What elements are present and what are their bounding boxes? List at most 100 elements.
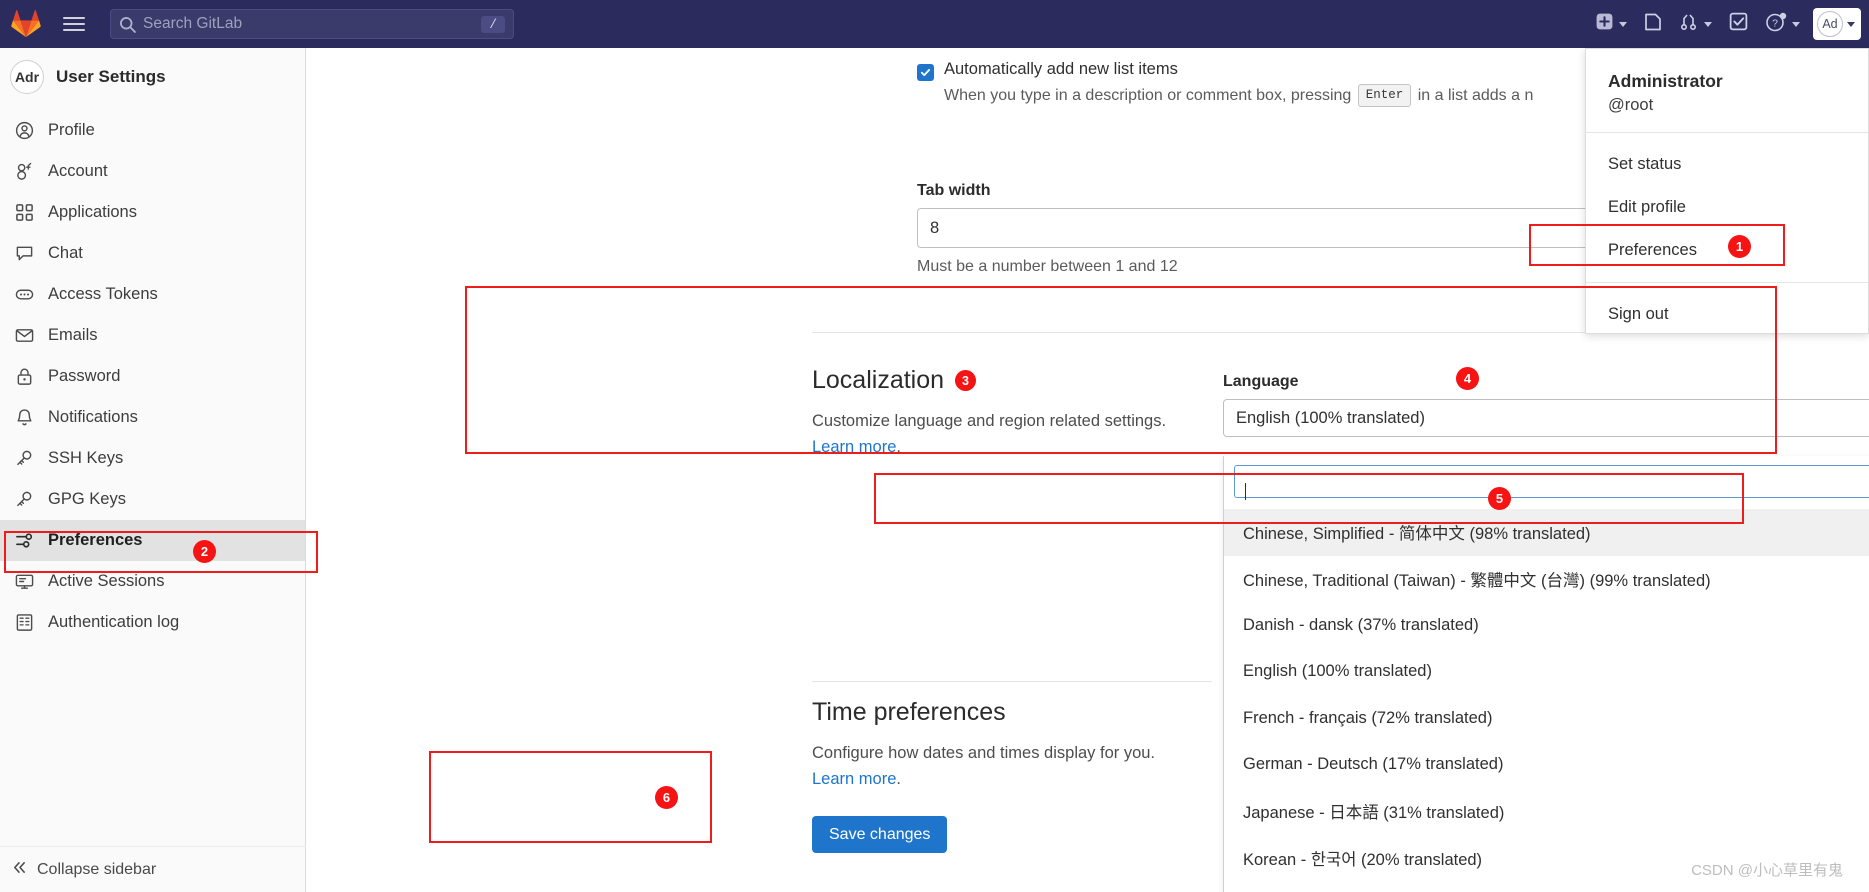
language-option-label: Korean - 한국어 (20% translated) xyxy=(1243,850,1483,869)
language-selected-value: English (100% translated) xyxy=(1236,408,1425,427)
user-menu-handle: @root xyxy=(1608,96,1654,114)
sidebar-item-label: Applications xyxy=(48,203,137,221)
sidebar-item-label: Access Tokens xyxy=(48,285,158,303)
sidebar-item-applications[interactable]: Applications xyxy=(0,192,305,233)
chevron-down-icon xyxy=(1847,21,1855,27)
search-shortcut-badge: / xyxy=(481,15,505,33)
sidebar-item-label: Chat xyxy=(48,244,83,262)
create-new-button[interactable] xyxy=(1588,0,1634,48)
sidebar-item-active-sessions[interactable]: Active Sessions xyxy=(0,561,305,602)
user-settings-sidebar: Adr User Settings Profile Account Applic… xyxy=(0,48,306,892)
language-option-danish[interactable]: Danish - dansk (37% translated) xyxy=(1224,602,1869,649)
search-input[interactable]: Search GitLab / xyxy=(110,9,514,39)
sidebar-item-authentication-log[interactable]: Authentication log xyxy=(0,602,305,643)
time-preferences-learn-more-link[interactable]: Learn more xyxy=(812,770,896,788)
language-option-norwegian[interactable]: Norwegian (Bokmål) - norsk (bokmål) (25%… xyxy=(1224,881,1869,892)
sidebar-item-chat[interactable]: Chat xyxy=(0,233,305,274)
preferences-sliders-icon xyxy=(14,531,35,550)
language-select[interactable]: English (100% translated) xyxy=(1223,399,1869,437)
collapse-sidebar-button[interactable]: Collapse sidebar xyxy=(0,846,306,892)
user-menu-item-label: Set status xyxy=(1608,155,1682,173)
language-option-japanese[interactable]: Japanese - 日本語 (31% translated) xyxy=(1224,788,1869,835)
language-option-german[interactable]: German - Deutsch (17% translated) xyxy=(1224,742,1869,789)
save-changes-button[interactable]: Save changes xyxy=(812,816,948,853)
sidebar-item-password[interactable]: Password xyxy=(0,356,305,397)
localization-learn-more-link[interactable]: Learn more xyxy=(812,438,896,456)
todos-button[interactable] xyxy=(1721,0,1756,48)
auto-list-description: When you type in a description or commen… xyxy=(944,84,1677,108)
gitlab-logo-icon[interactable] xyxy=(0,10,52,38)
annotation-badge-6: 6 xyxy=(655,786,678,809)
language-option-label: Chinese, Traditional (Taiwan) - 繁體中文 (台灣… xyxy=(1243,571,1711,590)
annotation-badge-5: 5 xyxy=(1488,487,1511,510)
account-key-icon xyxy=(14,162,35,181)
user-menu-edit-profile[interactable]: Edit profile xyxy=(1586,186,1868,229)
language-dropdown: Chinese, Simplified - 简体中文 (98% translat… xyxy=(1223,456,1869,892)
auto-list-checkbox[interactable] xyxy=(917,64,934,81)
issues-icon xyxy=(1643,12,1663,37)
language-option-chinese-simplified[interactable]: Chinese, Simplified - 简体中文 (98% translat… xyxy=(1224,509,1869,556)
time-preferences-period: . xyxy=(896,769,901,788)
language-search-wrapper xyxy=(1224,456,1869,505)
search-placeholder: Search GitLab xyxy=(143,15,243,32)
sidebar-header: Adr User Settings xyxy=(0,48,305,106)
sidebar-item-access-tokens[interactable]: Access Tokens xyxy=(0,274,305,315)
localization-heading: Localization 3 xyxy=(812,366,1212,395)
merge-requests-button[interactable] xyxy=(1672,0,1719,48)
sidebar-item-ssh-keys[interactable]: SSH Keys xyxy=(0,438,305,479)
active-sessions-monitor-icon xyxy=(14,572,35,591)
localization-desc-text: Customize language and region related se… xyxy=(812,412,1167,430)
tab-width-value: 8 xyxy=(930,218,940,237)
language-search-input[interactable] xyxy=(1234,465,1869,500)
chevron-double-left-icon xyxy=(12,860,27,880)
sidebar-item-label: Password xyxy=(48,367,121,385)
language-field: Language English (100% translated) xyxy=(1223,373,1869,437)
chevron-down-icon xyxy=(1704,21,1712,27)
localization-description: Customize language and region related se… xyxy=(812,409,1212,460)
collapse-sidebar-label: Collapse sidebar xyxy=(37,860,157,878)
hamburger-menu-icon[interactable] xyxy=(52,0,96,48)
email-envelope-icon xyxy=(14,326,35,345)
language-option-label: English (100% translated) xyxy=(1243,662,1432,681)
sidebar-item-profile[interactable]: Profile xyxy=(0,110,305,151)
issues-button[interactable] xyxy=(1636,0,1670,48)
sidebar-item-gpg-keys[interactable]: GPG Keys xyxy=(0,479,305,520)
user-menu-set-status[interactable]: Set status xyxy=(1586,143,1868,186)
notification-bell-icon xyxy=(14,408,35,427)
language-label: Language xyxy=(1223,373,1299,390)
sidebar-item-emails[interactable]: Emails xyxy=(0,315,305,356)
user-menu-item-label: Edit profile xyxy=(1608,198,1686,216)
language-option-label: Japanese - 日本語 (31% translated) xyxy=(1243,804,1505,823)
help-button[interactable]: ? xyxy=(1758,0,1807,48)
top-navbar: Search GitLab / ? Ad xyxy=(0,0,1869,48)
help-question-icon: ? xyxy=(1765,11,1787,38)
auto-list-desc-after: in a list adds a n xyxy=(1417,87,1534,104)
user-menu-preferences[interactable]: Preferences xyxy=(1586,229,1868,272)
time-preferences-heading: Time preferences xyxy=(812,698,1212,727)
language-option-english[interactable]: English (100% translated) xyxy=(1224,649,1869,696)
time-preferences-description: Configure how dates and times display fo… xyxy=(812,741,1212,792)
user-menu-item-label: Preferences xyxy=(1608,241,1697,259)
user-menu-header: Administrator @root xyxy=(1586,49,1868,132)
language-option-french[interactable]: French - français (72% translated) xyxy=(1224,695,1869,742)
time-preferences-desc-text: Configure how dates and times display fo… xyxy=(812,744,1156,762)
sidebar-item-label: Preferences xyxy=(48,531,143,549)
sidebar-item-preferences[interactable]: Preferences xyxy=(0,520,305,561)
user-menu-toggle[interactable]: Ad xyxy=(1813,8,1861,40)
sidebar-item-label: Authentication log xyxy=(48,613,180,631)
sidebar-item-account[interactable]: Account xyxy=(0,151,305,192)
auto-list-label: Automatically add new list items xyxy=(944,60,1178,78)
sidebar-item-notifications[interactable]: Notifications xyxy=(0,397,305,438)
time-preferences-section: Time preferences Configure how dates and… xyxy=(812,698,1212,792)
time-preferences-title: Time preferences xyxy=(812,698,1006,726)
language-option-chinese-traditional[interactable]: Chinese, Traditional (Taiwan) - 繁體中文 (台灣… xyxy=(1224,556,1869,603)
chevron-down-icon xyxy=(1792,21,1800,27)
authentication-log-icon xyxy=(14,613,35,632)
access-token-icon xyxy=(14,285,35,304)
user-menu-sign-out[interactable]: Sign out xyxy=(1586,293,1868,336)
annotation-badge-3: 3 xyxy=(955,370,977,391)
merge-requests-icon xyxy=(1679,12,1699,37)
language-option-label: Danish - dansk (37% translated) xyxy=(1243,615,1479,634)
todos-checkbox-icon xyxy=(1728,11,1749,37)
sidebar-item-label: Active Sessions xyxy=(48,572,165,590)
